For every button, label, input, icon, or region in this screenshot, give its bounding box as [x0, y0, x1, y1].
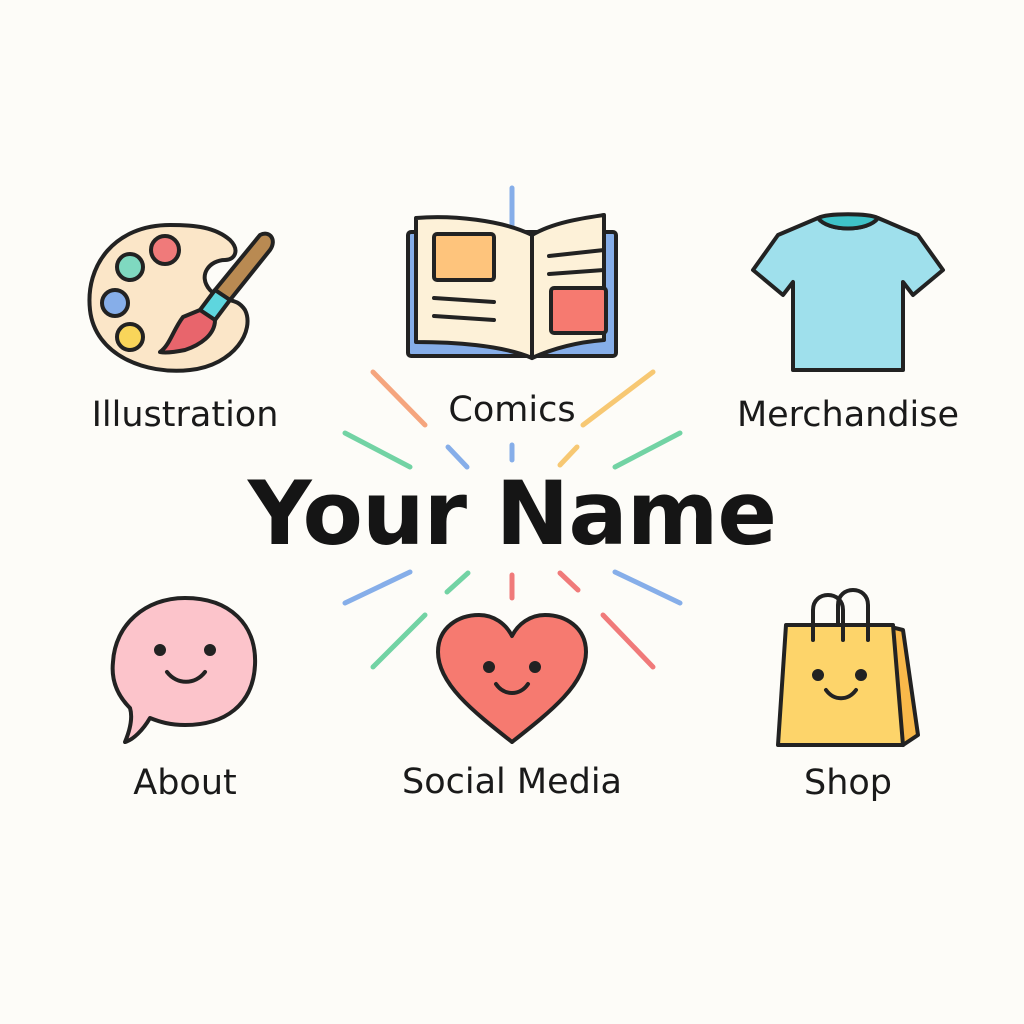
heart-icon — [436, 613, 588, 744]
nav-label: Illustration — [91, 395, 279, 435]
nav-label: Social Media — [401, 762, 622, 802]
nav-illustration[interactable]: Illustration — [55, 215, 315, 445]
open-book-icon — [406, 213, 618, 360]
nav-comics[interactable]: Comics — [382, 210, 642, 445]
nav-shop[interactable]: Shop — [718, 585, 978, 810]
ray — [342, 569, 413, 606]
nav-social-media[interactable]: Social Media — [382, 612, 642, 812]
ray — [612, 569, 683, 606]
palette-icon — [87, 223, 275, 373]
nav-label: Merchandise — [736, 395, 960, 435]
speech-bubble-icon — [110, 596, 258, 744]
nav-label: Comics — [448, 390, 576, 430]
nav-merchandise[interactable]: Merchandise — [718, 210, 978, 445]
ray — [557, 570, 581, 593]
page-title: Your Name — [247, 462, 777, 565]
shopping-bag-icon — [776, 588, 920, 747]
t-shirt-icon — [751, 212, 945, 372]
nav-label: Shop — [803, 763, 893, 803]
nav-about[interactable]: About — [55, 590, 315, 810]
nav-label: About — [133, 763, 237, 803]
ray — [444, 570, 471, 595]
